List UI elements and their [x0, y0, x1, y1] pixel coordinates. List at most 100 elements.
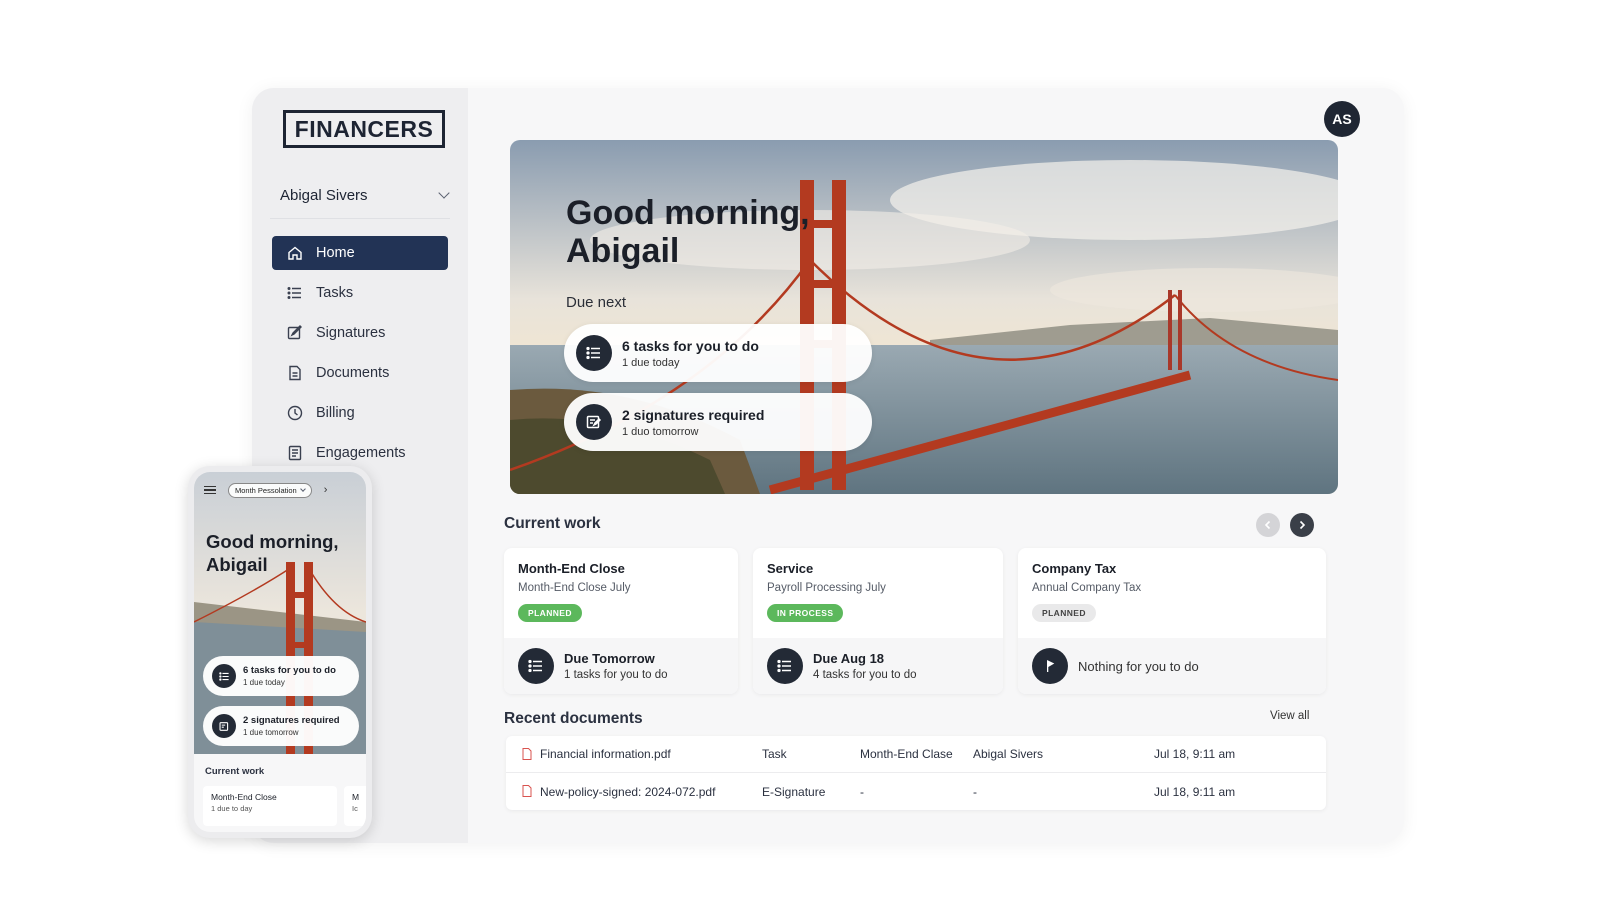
list-icon	[212, 664, 236, 688]
greeting-line-1: Good morning,	[206, 531, 339, 552]
status-badge: IN PROCESS	[767, 604, 844, 622]
work-card-subtitle: 1 due to day	[211, 804, 253, 813]
pdf-file-icon	[522, 785, 532, 800]
work-card-company-tax[interactable]: Company Tax Annual Company Tax PLANNED N…	[1018, 548, 1326, 694]
mobile-work-card[interactable]: M Ic	[344, 786, 366, 826]
user-avatar[interactable]: AS	[1324, 101, 1360, 137]
mobile-due-card-signatures[interactable]: 2 signatures required 1 due tomorrow	[203, 706, 359, 746]
chevron-left-icon	[1264, 520, 1271, 530]
sidebar-item-label: Billing	[316, 405, 355, 421]
mobile-top-bar: Month Pessolation ›	[194, 472, 366, 508]
document-icon	[286, 364, 304, 382]
list-icon	[286, 284, 304, 302]
account-name: Abigal Sivers	[280, 186, 368, 204]
doc-owner: -	[973, 784, 977, 799]
view-all-link[interactable]: View all	[1270, 710, 1309, 722]
table-row[interactable]: Financial information.pdf Task Month-End…	[506, 736, 1326, 773]
due-next-label: Due next	[566, 294, 627, 311]
due-card-title: 2 signatures required	[243, 715, 340, 726]
greeting-line-1: Good morning,	[566, 194, 810, 232]
work-card-subtitle: Payroll Processing July	[767, 582, 886, 594]
mobile-hero: Month Pessolation › Good morning, Abigai…	[194, 472, 366, 754]
mobile-device: Month Pessolation › Good morning, Abigai…	[188, 466, 372, 838]
view-all-label: View all	[1270, 710, 1310, 722]
greeting-line-2: Abigail	[206, 554, 268, 575]
work-card-title: Month-End Close	[211, 792, 277, 802]
mobile-account-select[interactable]: Month Pessolation	[228, 482, 312, 498]
sidebar-item-home[interactable]: Home	[272, 236, 448, 270]
carousel-prev-button[interactable]	[1256, 513, 1280, 537]
doc-name[interactable]: New-policy-signed: 2024-072.pdf	[540, 785, 715, 799]
sidebar-item-label: Tasks	[316, 285, 354, 301]
mobile-screen: Month Pessolation › Good morning, Abigai…	[194, 472, 366, 832]
brand-logo[interactable]: FINANCERS	[283, 110, 445, 148]
sidebar-item-engagements[interactable]: Engagements	[272, 436, 448, 470]
due-card-title: 6 tasks for you to do	[622, 337, 759, 354]
signature-icon	[576, 404, 612, 440]
hero-banner: Good morning, Abigail Due next 6 tasks f…	[510, 140, 1338, 494]
list-icon	[767, 648, 803, 684]
mobile-work-card[interactable]: Month-End Close 1 due to day	[203, 786, 337, 826]
work-card-title: Company Tax	[1032, 561, 1117, 576]
sidebar-item-label: Engagements	[316, 445, 406, 461]
recent-documents-title: Recent documents	[504, 710, 643, 727]
due-card-tasks[interactable]: 6 tasks for you to do 1 due today	[564, 324, 872, 382]
work-card-due: Due Tomorrow	[564, 651, 655, 666]
chevron-right-icon[interactable]: ›	[324, 484, 328, 496]
due-card-subtitle: 1 due today	[622, 356, 680, 369]
hamburger-menu-icon[interactable]	[204, 485, 216, 495]
doc-date: Jul 18, 9:11 am	[1154, 747, 1236, 761]
sidebar-item-billing[interactable]: Billing	[272, 396, 448, 430]
mobile-due-card-tasks[interactable]: 6 tasks for you to do 1 due today	[203, 656, 359, 696]
sidebar-item-documents[interactable]: Documents	[272, 356, 448, 390]
sidebar-item-label: Home	[316, 245, 355, 261]
work-card-subtitle: Month-End Close July	[518, 582, 631, 594]
sidebar-item-tasks[interactable]: Tasks	[272, 276, 448, 310]
recent-documents-table: Financial information.pdf Task Month-End…	[506, 736, 1326, 810]
due-card-subtitle: 1 due tomorrow	[243, 728, 299, 737]
chevron-down-icon	[438, 187, 450, 199]
chevron-right-icon	[1299, 520, 1306, 530]
doc-date: Jul 18, 9:11 am	[1154, 784, 1236, 799]
status-badge: PLANNED	[1032, 604, 1096, 622]
work-card-service[interactable]: Service Payroll Processing July IN PROCE…	[753, 548, 1003, 694]
work-card-title: Service	[767, 561, 814, 576]
due-card-title: 6 tasks for you to do	[243, 665, 336, 676]
work-card-due: Due Aug 18	[813, 651, 885, 666]
work-card-title: M	[352, 792, 360, 802]
chevron-down-icon	[299, 486, 306, 492]
account-switcher[interactable]: Abigal Sivers	[280, 184, 450, 206]
home-icon	[286, 244, 304, 262]
sidebar-item-signatures[interactable]: Signatures	[272, 316, 448, 350]
mobile-current-work-title: Current work	[205, 766, 265, 777]
work-card-subtitle: Ic	[352, 804, 358, 813]
work-card-month-end-close[interactable]: Month-End Close Month-End Close July PLA…	[504, 548, 738, 694]
sidebar-nav: Home Tasks Signatures Documents Billing …	[272, 236, 448, 476]
due-card-subtitle: 1 due today	[243, 678, 285, 687]
doc-type: Task	[762, 747, 787, 761]
sidebar-item-label: Documents	[316, 365, 390, 381]
sidebar-divider	[270, 218, 450, 219]
engagement-icon	[286, 444, 304, 462]
list-icon	[576, 335, 612, 371]
carousel-next-button[interactable]	[1290, 513, 1314, 537]
work-card-tasks: 1 tasks for you to do	[564, 669, 668, 681]
pdf-file-icon	[522, 748, 532, 763]
greeting-line-2: Abigail	[566, 232, 680, 270]
doc-engagement: -	[860, 784, 864, 799]
main-content: AS Good morning, Abigail Due next 6 task…	[468, 88, 1404, 843]
doc-type: E-Signature	[762, 784, 826, 799]
work-card-title: Month-End Close	[518, 561, 625, 576]
doc-engagement: Month-End Clase	[860, 747, 953, 761]
work-card-tasks: 4 tasks for you to do	[813, 669, 917, 681]
table-row[interactable]: New-policy-signed: 2024-072.pdf E-Signat…	[506, 773, 1326, 810]
mobile-select-label: Month Pessolation	[235, 485, 297, 495]
doc-name[interactable]: Financial information.pdf	[540, 747, 671, 761]
mobile-greeting: Good morning, Abigail	[206, 530, 339, 576]
current-work-title: Current work	[504, 515, 601, 532]
due-card-subtitle: 1 duo tomorrow	[622, 425, 699, 438]
signature-icon	[286, 324, 304, 342]
status-badge: PLANNED	[518, 604, 582, 622]
due-card-signatures[interactable]: 2 signatures required 1 duo tomorrow	[564, 393, 872, 451]
desktop-app-window: FINANCERS Abigal Sivers Home Tasks Signa…	[252, 88, 1404, 843]
